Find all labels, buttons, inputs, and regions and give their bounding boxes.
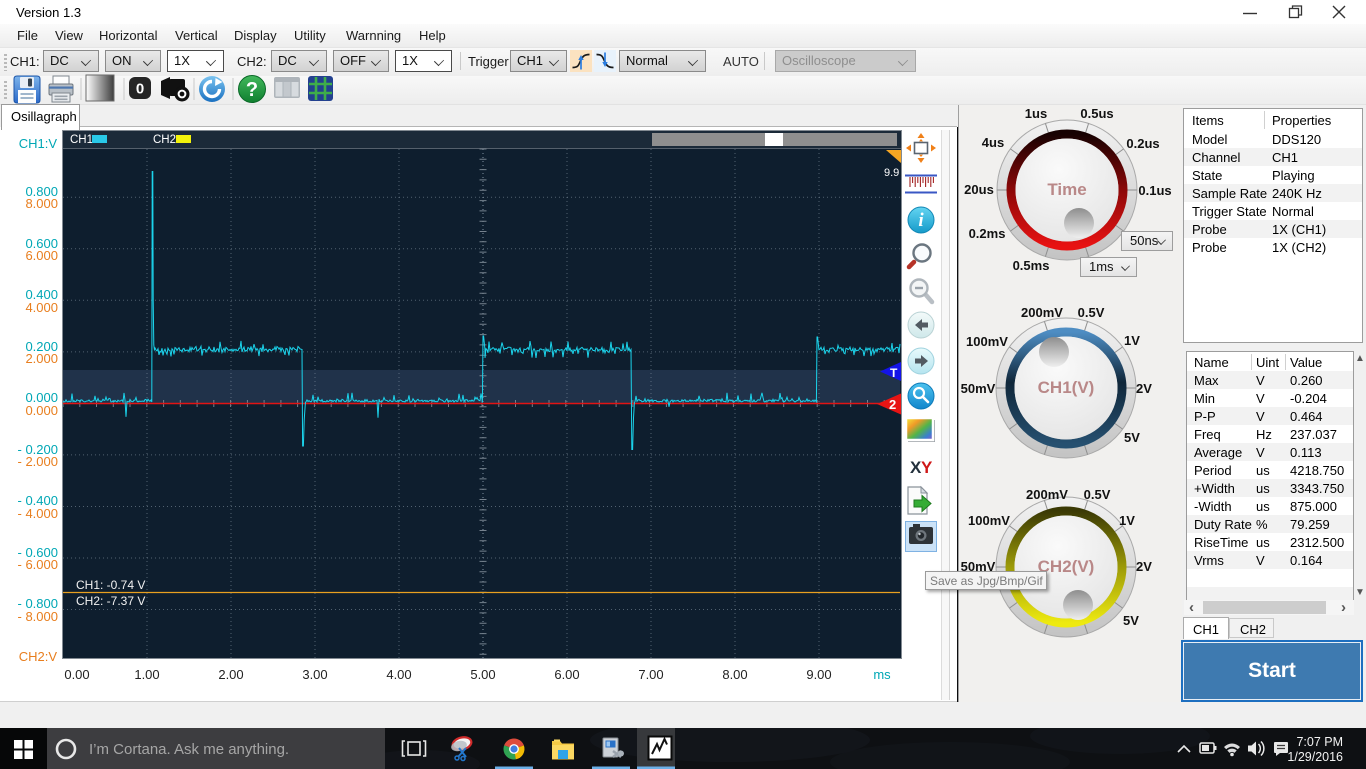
svg-text:I’m Cortana. Ask me anything.: I’m Cortana. Ask me anything. [89, 741, 289, 758]
svg-text:Y: Y [921, 458, 933, 477]
svg-text:CH1: CH1 [70, 134, 93, 146]
svg-text:CH1: -0.74 V: CH1: -0.74 V [76, 578, 145, 592]
svg-text:CH2: CH2 [153, 134, 176, 146]
svg-text:0: 0 [136, 81, 144, 98]
svg-text:9.9: 9.9 [884, 167, 899, 179]
svg-text:2: 2 [889, 397, 896, 412]
svg-text:Time: Time [1047, 180, 1086, 199]
svg-text:T: T [890, 366, 898, 380]
svg-text:CH2: -7.37 V: CH2: -7.37 V [76, 594, 145, 608]
svg-text:CH1(V): CH1(V) [1038, 378, 1095, 397]
svg-text:?: ? [246, 79, 258, 101]
svg-text:1/29/2016: 1/29/2016 [1287, 750, 1343, 764]
svg-text:7:07 PM: 7:07 PM [1296, 735, 1343, 749]
svg-text:i: i [918, 210, 924, 231]
